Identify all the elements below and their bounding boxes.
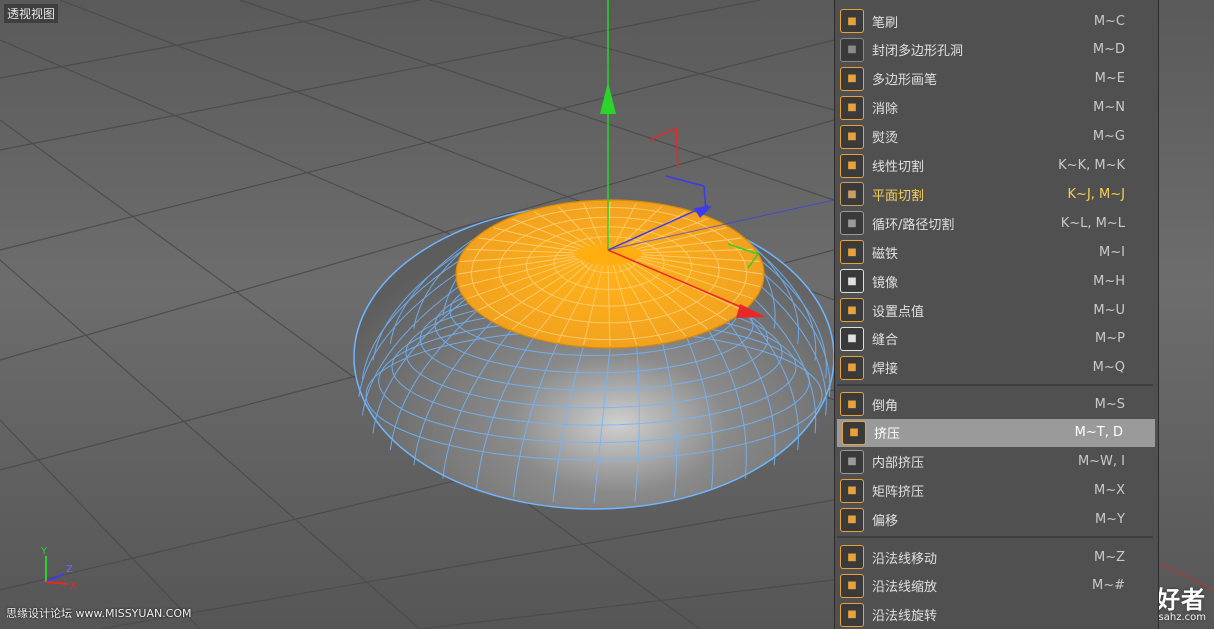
normal-scale-icon: ■	[840, 573, 864, 598]
menu-item[interactable]: ■ 线性切割 K~K, M~K	[835, 152, 1157, 180]
menu-item-label: 挤压	[874, 427, 901, 443]
menu-item-shortcut: M~#	[1091, 578, 1125, 594]
mesh-tools-menu: ■ 笔刷 M~C ■ 封闭多边形孔洞 M~D ■ 多边形画笔 M~E ■ 消除 M~N ■ 熨烫 M~G ■ 线…	[834, 0, 1159, 629]
menu-separator	[837, 384, 1153, 386]
matrix-extrude-icon: ■	[840, 478, 864, 503]
menu-item[interactable]: ■ 设置点值 M~U	[835, 296, 1157, 324]
menu-item[interactable]: ■ 沿法线缩放 M~#	[835, 572, 1157, 600]
grid-line	[239, 0, 835, 201]
menu-item[interactable]: ■ 平面切割 K~J, M~J	[835, 180, 1157, 208]
menu-item[interactable]: ■ 多边形画笔 M~E	[835, 65, 1157, 93]
axis-label-x: X	[70, 581, 77, 592]
menu-item[interactable]: ■ 缝合 M~P	[835, 325, 1157, 353]
loop-cut-icon: ■	[840, 211, 864, 236]
menu-item-label: 熨烫	[872, 131, 899, 147]
menu-item-label: 矩阵挤压	[872, 485, 925, 501]
menu-item-shortcut: M~Z	[1093, 549, 1125, 565]
menu-item-label: 沿法线缩放	[872, 580, 938, 596]
menu-item-shortcut: M~Y	[1094, 512, 1125, 528]
menu-item-label: 线性切割	[872, 160, 925, 175]
dissolve-icon: ■	[840, 95, 864, 120]
menu-item-label: 设置点值	[872, 304, 925, 320]
menu-item-label: 磁铁	[872, 246, 899, 262]
menu-item-label: 循环/路径切割	[872, 217, 955, 233]
grid-line	[0, 419, 201, 629]
grid-line	[419, 579, 835, 629]
grid-line	[0, 0, 761, 151]
menu-separator	[837, 536, 1153, 538]
stitch-icon: ■	[840, 326, 864, 351]
menu-item-shortcut: M~E	[1094, 71, 1125, 87]
menu-item-label: 多边形画笔	[872, 73, 938, 89]
menu-item[interactable]: ■ 沿法线移动 M~Z	[835, 543, 1157, 571]
menu-item-label: 笔刷	[872, 15, 899, 31]
menu-item[interactable]: ■ 矩阵挤压 M~X	[835, 477, 1157, 505]
set-point-value-icon: ■	[840, 298, 864, 322]
menu-item[interactable]: ■ 镜像 M~H	[835, 267, 1157, 295]
menu-item[interactable]: ■ 磁铁 M~I	[835, 238, 1157, 266]
menu-item[interactable]: ■ 笔刷 M~C	[835, 7, 1157, 35]
menu-item-shortcut: M~P	[1095, 331, 1125, 347]
menu-item-label: 焊接	[872, 362, 899, 378]
menu-item[interactable]: ■ 焊接 M~Q	[835, 354, 1157, 382]
plane-cut-icon: ■	[840, 182, 864, 207]
menu-item-shortcut: M~D	[1092, 42, 1125, 58]
menu-item-shortcut: M~G	[1092, 129, 1125, 145]
menu-item[interactable]: ■ 熨烫 M~G	[835, 123, 1157, 151]
menu-item[interactable]: ■ 倒角 M~S	[835, 390, 1157, 418]
menu-item[interactable]: ■ 挤压 M~T, D	[837, 418, 1155, 447]
watermark-left: 思缘设计论坛 www.MISSYUAN.COM	[6, 607, 192, 620]
normal-move-icon: ■	[840, 545, 864, 569]
axis-label-z: Z	[66, 564, 73, 575]
axis-label-y: Y	[40, 546, 48, 557]
world-axis-indicator: Y Z X	[40, 546, 77, 592]
menu-item[interactable]: ■ 循环/路径切割 K~L, M~L	[835, 209, 1157, 237]
iron-icon: ■	[840, 124, 864, 149]
view-name-label[interactable]: 透视视图	[4, 4, 59, 23]
menu-item-shortcut: M~W, I	[1077, 454, 1125, 470]
menu-item-shortcut: K~K, M~K	[1058, 158, 1125, 173]
menu-item-label: 镜像	[872, 275, 899, 291]
grid-line	[99, 499, 835, 629]
menu-item-shortcut: M~H	[1093, 273, 1125, 289]
menu-item[interactable]: ■ 沿法线旋转	[835, 601, 1157, 629]
mirror-icon: ■	[840, 269, 864, 294]
brush-icon: ■	[840, 9, 864, 33]
extrude-inner-icon: ■	[840, 449, 864, 474]
menu-item-shortcut: M~T, D	[1074, 425, 1123, 441]
weld-icon: ■	[840, 355, 864, 380]
menu-item-label: 封闭多边形孔洞	[872, 44, 964, 60]
menu-item-shortcut: M~N	[1093, 100, 1125, 116]
menu-item-shortcut: M~C	[1093, 13, 1125, 29]
menu-item[interactable]: ■ 内部挤压 M~W, I	[835, 448, 1157, 476]
normal-rotate-icon: ■	[840, 602, 864, 627]
menu-item-label: 消除	[872, 102, 899, 118]
rotate-handle-x	[649, 126, 679, 169]
polygon-pen-icon: ■	[840, 66, 864, 91]
menu-item-label: 倒角	[872, 398, 899, 414]
menu-item-shortcut: M~Q	[1092, 360, 1125, 376]
menu-item-shortcut: M~S	[1094, 396, 1125, 412]
extrude-icon: ■	[842, 420, 866, 445]
menu-item-shortcut: M~U	[1093, 302, 1125, 318]
menu-item-label: 缝合	[872, 333, 899, 349]
menu-item-label: 内部挤压	[872, 456, 925, 472]
menu-item-label: 偏移	[872, 514, 899, 530]
menu-item[interactable]: ■ 偏移 M~Y	[835, 506, 1157, 534]
menu-item-label: 平面切割	[872, 188, 925, 204]
bevel-icon: ■	[840, 392, 864, 416]
menu-item-shortcut: K~J, M~J	[1067, 186, 1125, 202]
offset-icon: ■	[840, 507, 864, 532]
magnet-icon: ■	[840, 240, 864, 265]
menu-item-label: 沿法线旋转	[872, 609, 938, 625]
line-cut-icon: ■	[840, 153, 864, 178]
menu-item-shortcut: M~X	[1093, 483, 1125, 499]
menu-item[interactable]: ■ 封闭多边形孔洞 M~D	[835, 36, 1157, 64]
menu-item-shortcut: M~I	[1099, 244, 1125, 260]
menu-item-label: 沿法线移动	[872, 551, 938, 567]
close-polygon-hole-icon: ■	[840, 37, 864, 62]
menu-item[interactable]: ■ 消除 M~N	[835, 94, 1157, 122]
menu-item-shortcut: K~L, M~L	[1060, 215, 1125, 231]
selected-top-faces	[455, 199, 765, 349]
